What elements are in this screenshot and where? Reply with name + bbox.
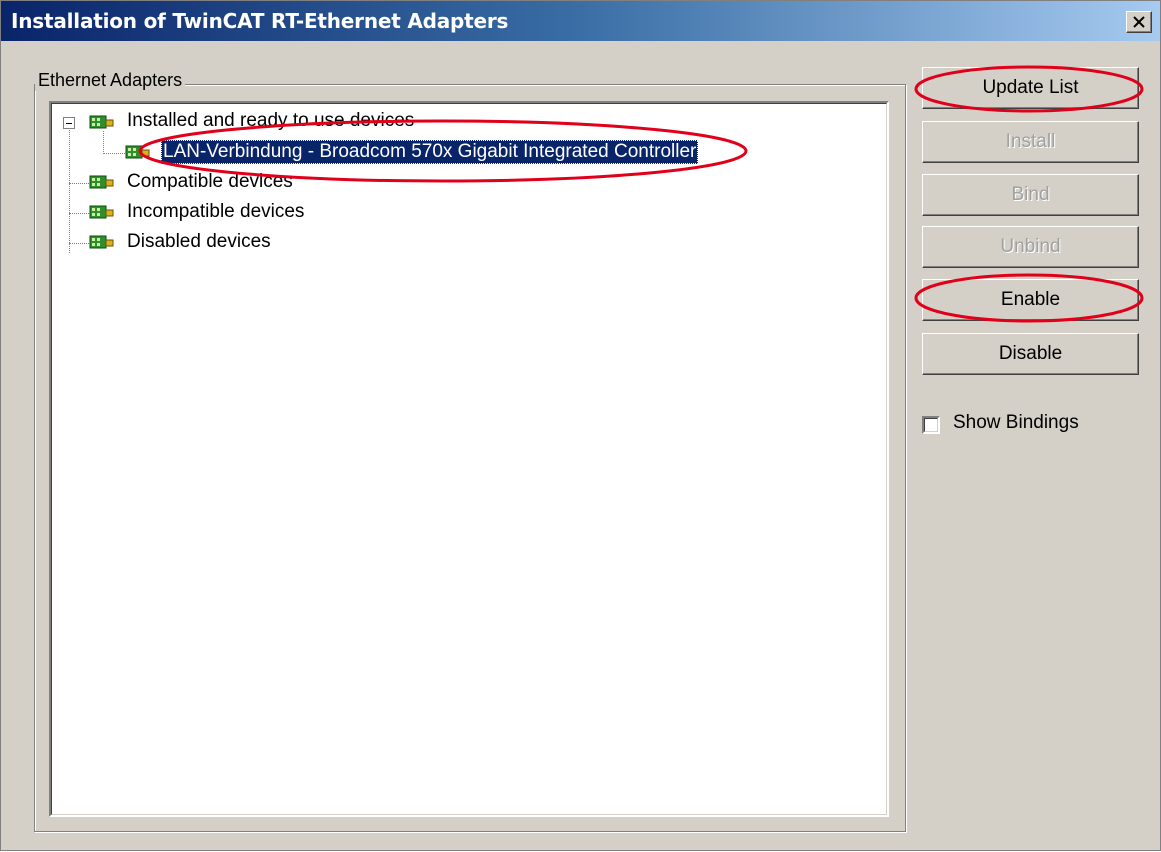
tree-connector — [69, 243, 89, 244]
network-adapter-icon — [89, 175, 114, 189]
tree-node-installed[interactable]: Installed and ready to use devices — [127, 109, 414, 133]
tree-node-lan-adapter[interactable]: LAN-Verbindung - Broadcom 570x Gigabit I… — [161, 140, 699, 164]
window-title: Installation of TwinCAT RT-Ethernet Adap… — [11, 9, 509, 33]
bind-button[interactable]: Bind — [922, 174, 1139, 216]
close-icon — [1133, 16, 1145, 28]
group-label: Ethernet Adapters — [35, 70, 186, 91]
network-adapter-icon — [89, 115, 114, 129]
show-bindings-checkbox[interactable] — [922, 416, 940, 434]
update-list-button[interactable]: Update List — [922, 67, 1139, 109]
tree-connector — [103, 131, 104, 154]
network-adapter-icon — [125, 145, 150, 159]
network-adapter-icon — [89, 235, 114, 249]
install-button[interactable]: Install — [922, 121, 1139, 163]
collapse-toggle[interactable] — [63, 117, 75, 129]
tree-node-compatible[interactable]: Compatible devices — [127, 170, 293, 194]
tree-connector — [69, 127, 70, 253]
close-button[interactable] — [1126, 11, 1152, 33]
tree-node-disabled[interactable]: Disabled devices — [127, 230, 271, 254]
unbind-button[interactable]: Unbind — [922, 226, 1139, 268]
enable-button[interactable]: Enable — [922, 279, 1139, 321]
title-bar[interactable]: Installation of TwinCAT RT-Ethernet Adap… — [1, 1, 1160, 41]
adapter-tree[interactable]: Installed and ready to use devices LAN-V… — [49, 101, 889, 817]
tree-connector — [69, 183, 89, 184]
disable-button[interactable]: Disable — [922, 333, 1139, 375]
tree-node-incompatible[interactable]: Incompatible devices — [127, 200, 304, 224]
show-bindings-label: Show Bindings — [953, 412, 1079, 433]
tree-connector — [69, 213, 89, 214]
tree-connector — [103, 153, 125, 154]
dialog-window: Installation of TwinCAT RT-Ethernet Adap… — [0, 0, 1161, 851]
network-adapter-icon — [89, 205, 114, 219]
